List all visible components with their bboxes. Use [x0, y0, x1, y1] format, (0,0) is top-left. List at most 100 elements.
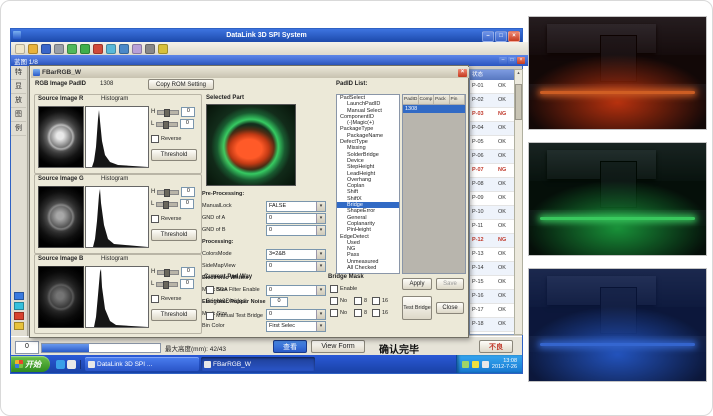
- threshold-slider[interactable]: [156, 202, 178, 207]
- mask-option-checkbox[interactable]: 8: [354, 309, 367, 317]
- toolbar-icon[interactable]: [54, 44, 64, 54]
- checkbox-icon[interactable]: [354, 309, 362, 317]
- slider-value[interactable]: 0: [180, 199, 194, 209]
- view-form-button[interactable]: View Form: [311, 340, 365, 353]
- toolbar-icon[interactable]: [28, 44, 38, 54]
- sidebar-tab[interactable]: 图: [11, 108, 26, 122]
- threshold-slider[interactable]: [157, 270, 179, 275]
- taskbar-window-button[interactable]: FBarRGB_W: [201, 357, 315, 371]
- table-row[interactable]: P-03 NG: [470, 108, 514, 122]
- dropdown[interactable]: 0 ▾: [266, 225, 326, 236]
- toolbar-icon[interactable]: [15, 44, 25, 54]
- toolbar-icon[interactable]: [41, 44, 51, 54]
- ql-explorer-icon[interactable]: [67, 360, 76, 369]
- mask-option-checkbox[interactable]: 8: [354, 297, 367, 305]
- dialog-close-icon[interactable]: ×: [458, 69, 467, 77]
- count-box[interactable]: 0: [15, 341, 39, 354]
- table-row[interactable]: P-12 NG: [470, 234, 514, 248]
- toolbar-icon[interactable]: [93, 44, 103, 54]
- sidebar-tab[interactable]: 例: [11, 122, 26, 136]
- sub-maximize-button[interactable]: □: [508, 57, 516, 64]
- slider-thumb[interactable]: [163, 201, 169, 209]
- table-row[interactable]: P-14 OK: [470, 262, 514, 276]
- ng-button[interactable]: 不良: [479, 340, 513, 353]
- checkbox-icon[interactable]: [151, 135, 159, 143]
- slider-thumb[interactable]: [164, 189, 170, 197]
- slider-thumb[interactable]: [164, 109, 170, 117]
- reverse-checkbox[interactable]: Reverse: [151, 135, 181, 143]
- sidebar-tab[interactable]: 特: [11, 66, 26, 80]
- table-row[interactable]: P-13 OK: [470, 248, 514, 262]
- close-button[interactable]: ×: [508, 31, 520, 42]
- table-row[interactable]: P-02 OK: [470, 94, 514, 108]
- ql-desktop-icon[interactable]: [56, 360, 65, 369]
- sub-close-button[interactable]: ×: [517, 57, 525, 64]
- checkbox-icon[interactable]: [151, 215, 159, 223]
- toolbar-icon[interactable]: [158, 44, 168, 54]
- table-row[interactable]: P-05 OK: [470, 136, 514, 150]
- threshold-button[interactable]: Threshold: [151, 309, 197, 321]
- checkbox-icon[interactable]: [372, 297, 380, 305]
- tray-network-icon[interactable]: [462, 361, 469, 368]
- threshold-slider[interactable]: [156, 282, 178, 287]
- threshold-slider[interactable]: [157, 110, 179, 115]
- tree-item[interactable]: All Checked: [337, 265, 399, 271]
- checkbox-icon[interactable]: [354, 297, 362, 305]
- sidebar-tab[interactable]: 显: [11, 80, 26, 94]
- apply-button[interactable]: Apply: [402, 278, 432, 290]
- toolbar-icon[interactable]: [80, 44, 90, 54]
- dropdown[interactable]: FALSE ▾: [266, 201, 326, 212]
- dropdown[interactable]: 0 ▾: [266, 213, 326, 224]
- slider-thumb[interactable]: [163, 121, 169, 129]
- toolbar-icon[interactable]: [119, 44, 129, 54]
- table-row[interactable]: P-01 OK: [470, 80, 514, 94]
- mask-option-checkbox[interactable]: 16: [372, 309, 388, 317]
- toolbar-icon[interactable]: [145, 44, 155, 54]
- slider-thumb[interactable]: [163, 281, 169, 289]
- mask-option-checkbox[interactable]: No: [330, 309, 347, 317]
- list-column-header[interactable]: PadID: [403, 95, 419, 104]
- table-row[interactable]: P-04 OK: [470, 122, 514, 136]
- tray-volume-icon[interactable]: [472, 361, 479, 368]
- maximize-button[interactable]: □: [495, 31, 507, 42]
- scrollbar-thumb[interactable]: [515, 84, 522, 120]
- slider-value[interactable]: 0: [181, 187, 195, 197]
- reverse-checkbox[interactable]: Reverse: [151, 295, 181, 303]
- table-row[interactable]: P-11 OK: [470, 220, 514, 234]
- threshold-slider[interactable]: [157, 190, 179, 195]
- threshold-slider[interactable]: [156, 122, 178, 127]
- manual-test-checkbox[interactable]: Manual Test Bridge: [206, 312, 263, 320]
- slider-value[interactable]: 0: [181, 267, 195, 277]
- toolbar-icon[interactable]: [132, 44, 142, 54]
- table-scrollbar[interactable]: ▲: [514, 69, 523, 335]
- table-row[interactable]: P-07 NG: [470, 164, 514, 178]
- start-button[interactable]: 开始: [11, 356, 50, 372]
- list-column-header[interactable]: Pack: [434, 95, 450, 104]
- checkbox-icon[interactable]: [330, 285, 338, 293]
- dropdown[interactable]: 0 ▾: [266, 309, 326, 320]
- checkbox-icon[interactable]: [206, 286, 214, 294]
- tray-ime-icon[interactable]: [482, 361, 489, 368]
- reverse-checkbox[interactable]: Reverse: [151, 215, 181, 223]
- toolbar-icon[interactable]: [106, 44, 116, 54]
- mask-option-checkbox[interactable]: No: [330, 297, 347, 305]
- close-dialog-button[interactable]: Close: [436, 302, 464, 314]
- list-column-header[interactable]: Comp: [419, 95, 435, 104]
- slider-value[interactable]: 0: [180, 279, 194, 289]
- sub-minimize-button[interactable]: –: [499, 57, 507, 64]
- table-row[interactable]: P-17 OK: [470, 304, 514, 318]
- dropdown[interactable]: 0 ▾: [266, 261, 326, 272]
- mask-option-checkbox[interactable]: 16: [372, 297, 388, 305]
- test-bridge-button[interactable]: Test Bridge: [402, 296, 432, 320]
- table-row[interactable]: P-10 OK: [470, 206, 514, 220]
- checkbox-icon[interactable]: [372, 309, 380, 317]
- minimize-button[interactable]: –: [482, 31, 494, 42]
- dropdown[interactable]: 0 ▾: [266, 285, 326, 296]
- table-row[interactable]: P-15 OK: [470, 276, 514, 290]
- threshold-button[interactable]: Threshold: [151, 229, 197, 241]
- selected-pad-row[interactable]: 1308: [403, 105, 465, 113]
- table-row[interactable]: P-16 OK: [470, 290, 514, 304]
- list-column-header[interactable]: Pin: [450, 95, 466, 104]
- taskbar-window-button[interactable]: DataLink 3D SPI ...: [85, 357, 199, 371]
- checkbox-icon[interactable]: [151, 295, 159, 303]
